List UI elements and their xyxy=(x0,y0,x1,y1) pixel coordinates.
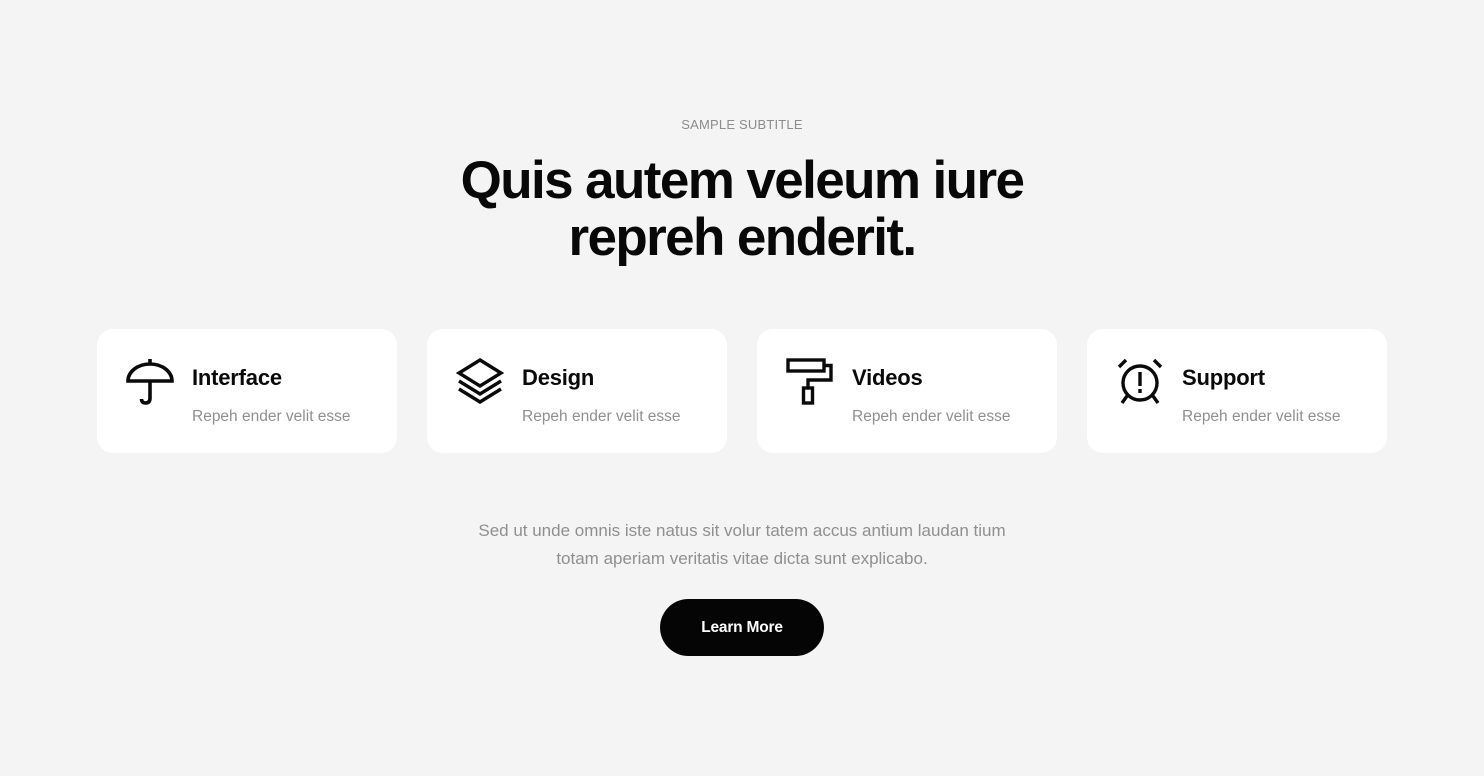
feature-card-title: Design xyxy=(522,365,595,390)
feature-card-support[interactable]: Support Repeh ender velit esse xyxy=(1087,329,1387,453)
feature-card-videos[interactable]: Videos Repeh ender velit esse xyxy=(757,329,1057,453)
feature-card-title: Support xyxy=(1182,365,1265,390)
features-section: SAMPLE SUBTITLE Quis autem veleum iure r… xyxy=(0,0,1484,776)
section-title-line-2: repreh enderit. xyxy=(568,208,917,267)
feature-card-text: Repeh ender velit esse xyxy=(852,408,1011,425)
feature-card-design[interactable]: Design Repeh ender velit esse xyxy=(427,329,727,453)
feature-cards: Interface Repeh ender velit esse Design … xyxy=(97,329,1387,453)
section-title: Quis autem veleum iure repreh enderit. xyxy=(0,152,1484,266)
section-title-line-1: Quis autem veleum iure xyxy=(460,151,1025,210)
umbrella-icon xyxy=(126,358,174,406)
feature-card-title: Videos xyxy=(852,365,923,390)
layers-icon xyxy=(456,358,504,406)
feature-card-text: Repeh ender velit esse xyxy=(192,408,351,425)
section-description-line-2: totam aperiam veritatis vitae dicta sunt… xyxy=(556,549,928,568)
paint-roller-icon xyxy=(786,358,834,406)
alarm-clock-icon xyxy=(1116,358,1164,406)
feature-card-text: Repeh ender velit esse xyxy=(1182,408,1341,425)
learn-more-button[interactable]: Learn More xyxy=(660,599,824,656)
feature-card-title: Interface xyxy=(192,365,282,390)
section-description-line-1: Sed ut unde omnis iste natus sit volur t… xyxy=(478,521,1006,540)
feature-card-interface[interactable]: Interface Repeh ender velit esse xyxy=(97,329,397,453)
section-subtitle: SAMPLE SUBTITLE xyxy=(681,117,803,132)
section-description: Sed ut unde omnis iste natus sit volur t… xyxy=(442,517,1042,573)
feature-card-text: Repeh ender velit esse xyxy=(522,408,681,425)
